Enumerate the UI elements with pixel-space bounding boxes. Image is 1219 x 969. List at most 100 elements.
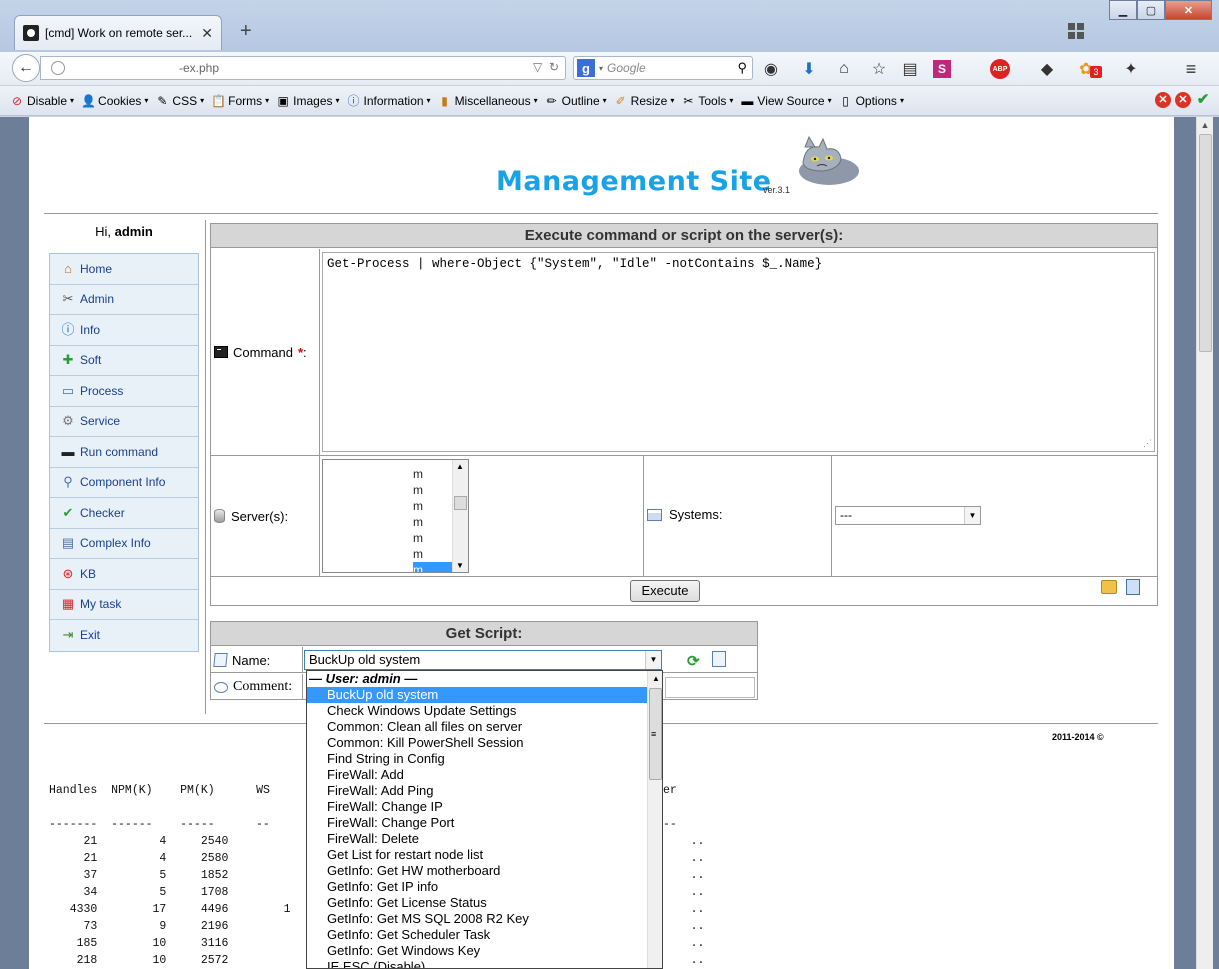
server-option[interactable]: m	[323, 530, 468, 546]
command-textarea[interactable]: Get-Process | where-Object {"System", "I…	[322, 252, 1155, 452]
devbar-outline[interactable]: ✏ Outline ▾	[545, 94, 607, 108]
sidebar-item-exit[interactable]: ⇥ Exit	[50, 620, 198, 651]
dropdown-option[interactable]: Common: Kill PowerShell Session	[307, 735, 662, 751]
url-bar[interactable]: -ex.php ▽ ↻	[40, 56, 566, 80]
close-window-icon[interactable]: ✕	[1165, 0, 1212, 20]
edit-script-icon[interactable]	[712, 651, 726, 667]
sidebar-item-service[interactable]: ⚙ Service	[50, 407, 198, 437]
server-option[interactable]: m	[323, 482, 468, 498]
dropdown-option[interactable]: IE ESC (Disable)	[307, 959, 662, 968]
script-name-dropdown[interactable]: — User: admin — BuckUp old system Check W…	[306, 670, 663, 969]
sidebar-item-process[interactable]: ▭ Process	[50, 376, 198, 407]
page-scroll-thumb[interactable]	[1199, 134, 1212, 352]
back-arrow-icon[interactable]: ←	[12, 54, 40, 82]
scroll-down-icon[interactable]: ▼	[456, 561, 464, 570]
warning-icon[interactable]: ✕	[1175, 92, 1191, 108]
bookmark-star-icon[interactable]: ☆	[868, 58, 890, 80]
sidebar-item-info[interactable]: ⓘ Info	[50, 315, 198, 346]
search-box[interactable]: g ▾ Google ⚲	[573, 56, 753, 80]
dropdown-option[interactable]: BuckUp old system	[307, 687, 662, 703]
open-folder-icon[interactable]	[1101, 580, 1117, 594]
new-tab-icon[interactable]: +	[240, 20, 252, 43]
dropdown-option[interactable]: FireWall: Change IP	[307, 799, 662, 815]
home-browser-icon[interactable]: ⌂	[833, 58, 855, 80]
page-scrollbar[interactable]: ▲	[1196, 117, 1213, 969]
sidebar-item-my-task[interactable]: ▦ My task	[50, 590, 198, 620]
scroll-up-icon[interactable]: ▲	[1197, 117, 1213, 134]
search-engine-chevron-icon[interactable]: ▾	[599, 64, 603, 73]
output-row: 73 9 2196	[83, 920, 229, 933]
hamburger-menu-icon[interactable]: ≡	[1180, 58, 1202, 80]
tab-close-icon[interactable]: ✕	[201, 25, 213, 42]
script-name-select[interactable]: BuckUp old system ▼	[304, 650, 662, 670]
firebug-icon[interactable]: ✦	[1120, 58, 1142, 80]
devbar-forms[interactable]: 📋 Forms ▾	[211, 94, 269, 108]
devbar-tools[interactable]: ✂ Tools ▾	[681, 94, 733, 108]
dropdown-option[interactable]: GetInfo: Get Windows Key	[307, 943, 662, 959]
systems-label: Systems:	[647, 507, 722, 522]
server-option[interactable]: m	[323, 498, 468, 514]
dropdown-option[interactable]: FireWall: Delete	[307, 831, 662, 847]
dropdown-option[interactable]: FireWall: Change Port	[307, 815, 662, 831]
devbar-resize[interactable]: ✐ Resize ▾	[614, 94, 675, 108]
devbar-cookies[interactable]: 👤 Cookies ▾	[81, 94, 148, 108]
dropdown-option[interactable]: GetInfo: Get IP info	[307, 879, 662, 895]
dropdown-option[interactable]: Common: Clean all files on server	[307, 719, 662, 735]
sidebar-item-run-command[interactable]: ▬ Run command	[50, 437, 198, 468]
sidebar-item-kb[interactable]: ⊛ KB	[50, 559, 198, 590]
dropdown-option[interactable]: Check Windows Update Settings	[307, 703, 662, 719]
site-logo[interactable]: Management Site	[496, 166, 772, 197]
bookmarks-list-icon[interactable]: ▤	[899, 58, 921, 80]
sidebar-item-admin[interactable]: ✂ Admin	[50, 285, 198, 315]
pocket-icon[interactable]: ◆	[1036, 58, 1058, 80]
server-option[interactable]: m	[323, 546, 468, 562]
dropdown-option[interactable]: GetInfo: Get Scheduler Task	[307, 927, 662, 943]
refresh-icon[interactable]: ⟳	[687, 652, 700, 670]
devbar-images[interactable]: ▣ Images ▾	[276, 94, 339, 108]
dropdown-option[interactable]: Find String in Config	[307, 751, 662, 767]
devbar-css[interactable]: ✎ CSS ▾	[155, 94, 204, 108]
dropdown-option[interactable]: Get List for restart node list	[307, 847, 662, 863]
devbar-information[interactable]: ⓘ Information ▾	[347, 94, 431, 108]
devbar-disable[interactable]: ⊘ Disable ▾	[10, 94, 74, 108]
valid-check-icon[interactable]: ✔	[1195, 92, 1211, 108]
scroll-up-icon[interactable]: ▲	[456, 462, 464, 471]
sidebar-item-soft[interactable]: ✚ Soft	[50, 346, 198, 376]
dropdown-option[interactable]: FireWall: Add	[307, 767, 662, 783]
devbar-options[interactable]: ▯ Options ▾	[839, 94, 904, 108]
sidebar-item-checker[interactable]: ✔ Checker	[50, 498, 198, 529]
systems-select[interactable]: --- ▼	[835, 506, 981, 525]
dropdown-option[interactable]: FireWall: Add Ping	[307, 783, 662, 799]
server-option[interactable]: m	[323, 514, 468, 530]
save-disk-icon[interactable]	[1126, 579, 1140, 595]
comment-input[interactable]	[665, 677, 755, 698]
execute-button[interactable]: Execute	[630, 580, 700, 602]
scroll-up-icon[interactable]: ▲	[652, 674, 660, 683]
sidebar-item-component-info[interactable]: ⚲ Component Info	[50, 468, 198, 498]
stylish-icon[interactable]: S	[933, 60, 951, 78]
servers-listbox[interactable]: m m m m m m m ▲ ▼	[322, 459, 469, 573]
server-option[interactable]: m	[323, 466, 468, 482]
tab-groups-icon[interactable]	[1068, 23, 1084, 39]
minimize-icon[interactable]: ▁	[1109, 0, 1137, 20]
search-magnifier-icon[interactable]: ⚲	[737, 60, 747, 76]
output-row: 218 10 2572	[49, 954, 291, 967]
devbar-miscellaneous[interactable]: ▮ Miscellaneous ▾	[438, 94, 537, 108]
dropdown-option[interactable]: GetInfo: Get License Status	[307, 895, 662, 911]
listbox-scrollbar[interactable]: ▲ ▼	[452, 460, 468, 572]
dropdown-option[interactable]: GetInfo: Get MS SQL 2008 R2 Key	[307, 911, 662, 927]
maximize-icon[interactable]: ▢	[1137, 0, 1165, 20]
dropdown-option[interactable]: GetInfo: Get HW motherboard	[307, 863, 662, 879]
adblock-icon[interactable]: ABP	[990, 59, 1010, 79]
sidebar-item-home[interactable]: ⌂ Home	[50, 254, 198, 285]
dropdown-scrollbar[interactable]: ▲ ≡	[647, 671, 662, 968]
download-icon[interactable]: ⬇	[798, 58, 820, 80]
sidebar-item-complex-info[interactable]: ▤ Complex Info	[50, 529, 198, 559]
devbar-view-source[interactable]: ▬ View Source ▾	[740, 94, 831, 108]
resize-grip-icon[interactable]: ⋰	[1143, 439, 1152, 449]
error-icon[interactable]: ✕	[1155, 92, 1171, 108]
listbox-scroll-thumb[interactable]	[454, 496, 467, 510]
addon-globe-icon[interactable]: ◉	[760, 58, 782, 80]
browser-tab[interactable]: [cmd] Work on remote ser... ✕	[14, 15, 222, 50]
reload-icon[interactable]: ▽ ↻	[533, 60, 559, 74]
